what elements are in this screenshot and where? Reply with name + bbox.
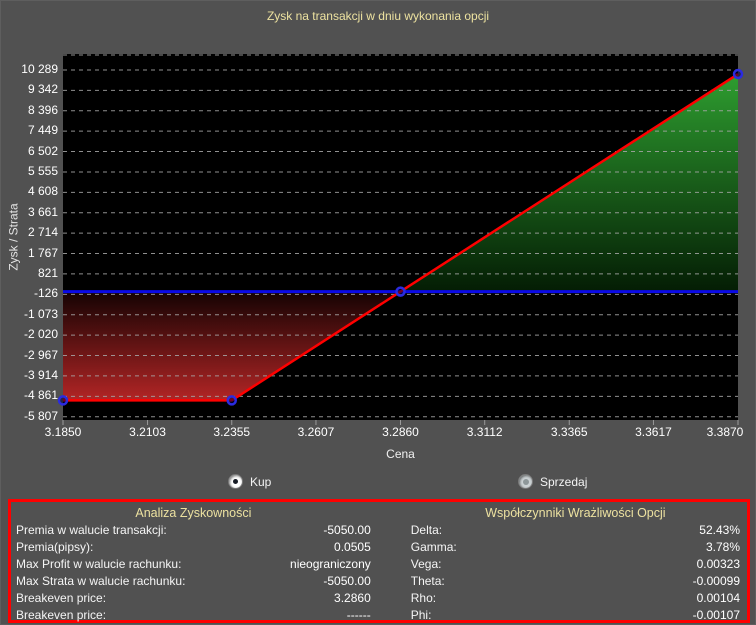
profitability-header: Analiza Zyskowności [16, 505, 371, 522]
row-label: Rho: [411, 590, 436, 607]
row-value: nieograniczony [290, 556, 371, 573]
row-label: Max Profit w walucie rachunku: [16, 556, 181, 573]
row-label: Delta: [411, 522, 442, 539]
chart-marker[interactable] [734, 70, 742, 78]
y-tick-label: 2 714 [1, 225, 58, 239]
row-value: ------ [347, 607, 371, 624]
y-tick-label: 821 [1, 266, 58, 280]
y-tick-label: 7 449 [1, 123, 58, 137]
row-label: Premia w walucie transakcji: [16, 522, 167, 539]
y-tick-label: 9 342 [1, 82, 58, 96]
row-value: -0.00107 [693, 607, 740, 624]
x-tick-label: 3.3617 [623, 425, 683, 439]
row-label: Premia(pipsy): [16, 539, 93, 556]
chart-marker[interactable] [59, 396, 67, 404]
options-profit-window: Zysk na transakcji w dniu wykonania opcj… [0, 0, 756, 625]
row-value: 0.00323 [697, 556, 740, 573]
y-tick-label: -1 073 [1, 307, 58, 321]
analysis-row: Breakeven price: ------ [16, 607, 371, 624]
row-value: 0.00104 [697, 590, 740, 607]
plot-area [63, 54, 738, 420]
greeks-row: Delta: 52.43% [411, 522, 740, 539]
pl-chart [63, 54, 738, 420]
y-tick-label: -2 020 [1, 327, 58, 341]
row-label: Breakeven price: [16, 607, 106, 624]
y-tick-label: 10 289 [1, 62, 58, 76]
x-tick-label: 3.3870 [695, 425, 755, 439]
greeks-row: Vega: 0.00323 [411, 556, 740, 573]
analysis-panel: Analiza Zyskowności Premia w walucie tra… [8, 499, 750, 623]
chart-marker[interactable] [228, 396, 236, 404]
profitability-column: Analiza Zyskowności Premia w walucie tra… [16, 505, 371, 618]
row-label: Theta: [411, 573, 445, 590]
y-tick-label: 8 396 [1, 103, 58, 117]
row-value: -5050.00 [323, 573, 370, 590]
row-value: 3.78% [706, 539, 740, 556]
analysis-row: Premia w walucie transakcji: -5050.00 [16, 522, 371, 539]
greeks-row: Gamma: 3.78% [411, 539, 740, 556]
x-tick-label: 3.1850 [33, 425, 93, 439]
row-label: Phi: [411, 607, 432, 624]
analysis-row: Premia(pipsy): 0.0505 [16, 539, 371, 556]
row-value: -0.00099 [693, 573, 740, 590]
y-tick-label: 1 767 [1, 246, 58, 260]
row-label: Breakeven price: [16, 590, 106, 607]
row-value: -5050.00 [323, 522, 370, 539]
radio-kup[interactable]: Kup [228, 474, 271, 489]
x-axis-title: Cena [63, 447, 738, 461]
x-tick-label: 3.2103 [118, 425, 178, 439]
analysis-row: Max Profit w walucie rachunku: nieograni… [16, 556, 371, 573]
x-tick-label: 3.2860 [371, 425, 431, 439]
greeks-row: Theta: -0.00099 [411, 573, 740, 590]
y-tick-label: -2 967 [1, 348, 58, 362]
y-tick-label: -126 [1, 286, 58, 300]
x-tick-label: 3.2607 [286, 425, 346, 439]
row-value: 52.43% [699, 522, 740, 539]
row-label: Max Strata w walucie rachunku: [16, 573, 185, 590]
chart-title: Zysk na transakcji w dniu wykonania opcj… [1, 9, 755, 23]
y-tick-label: 6 502 [1, 144, 58, 158]
x-tick-label: 3.3112 [455, 425, 515, 439]
greeks-column: Współczynniki Wrażliwości Opcji Delta: 5… [371, 505, 740, 618]
x-tick-label: 3.3365 [539, 425, 599, 439]
row-label: Vega: [411, 556, 442, 573]
y-tick-label: -3 914 [1, 368, 58, 382]
radio-kup-label: Kup [250, 475, 271, 489]
y-tick-label: -4 861 [1, 388, 58, 402]
radio-sprzedaj[interactable]: Sprzedaj [518, 474, 587, 489]
row-label: Gamma: [411, 539, 457, 556]
row-value: 3.2860 [334, 590, 371, 607]
row-value: 0.0505 [334, 539, 371, 556]
greeks-row: Rho: 0.00104 [411, 590, 740, 607]
y-tick-label: 3 661 [1, 205, 58, 219]
radio-sprzedaj-label: Sprzedaj [540, 475, 587, 489]
chart-marker[interactable] [397, 288, 405, 296]
analysis-row: Max Strata w walucie rachunku: -5050.00 [16, 573, 371, 590]
greeks-row: Phi: -0.00107 [411, 607, 740, 624]
greeks-header: Współczynniki Wrażliwości Opcji [411, 505, 740, 522]
radio-button-icon[interactable] [228, 474, 243, 489]
analysis-row: Breakeven price: 3.2860 [16, 590, 371, 607]
loss-fill [63, 292, 401, 401]
y-tick-label: -5 807 [1, 409, 58, 423]
y-tick-label: 4 608 [1, 184, 58, 198]
y-tick-label: 5 555 [1, 164, 58, 178]
x-tick-label: 3.2355 [202, 425, 262, 439]
radio-button-icon[interactable] [518, 474, 533, 489]
